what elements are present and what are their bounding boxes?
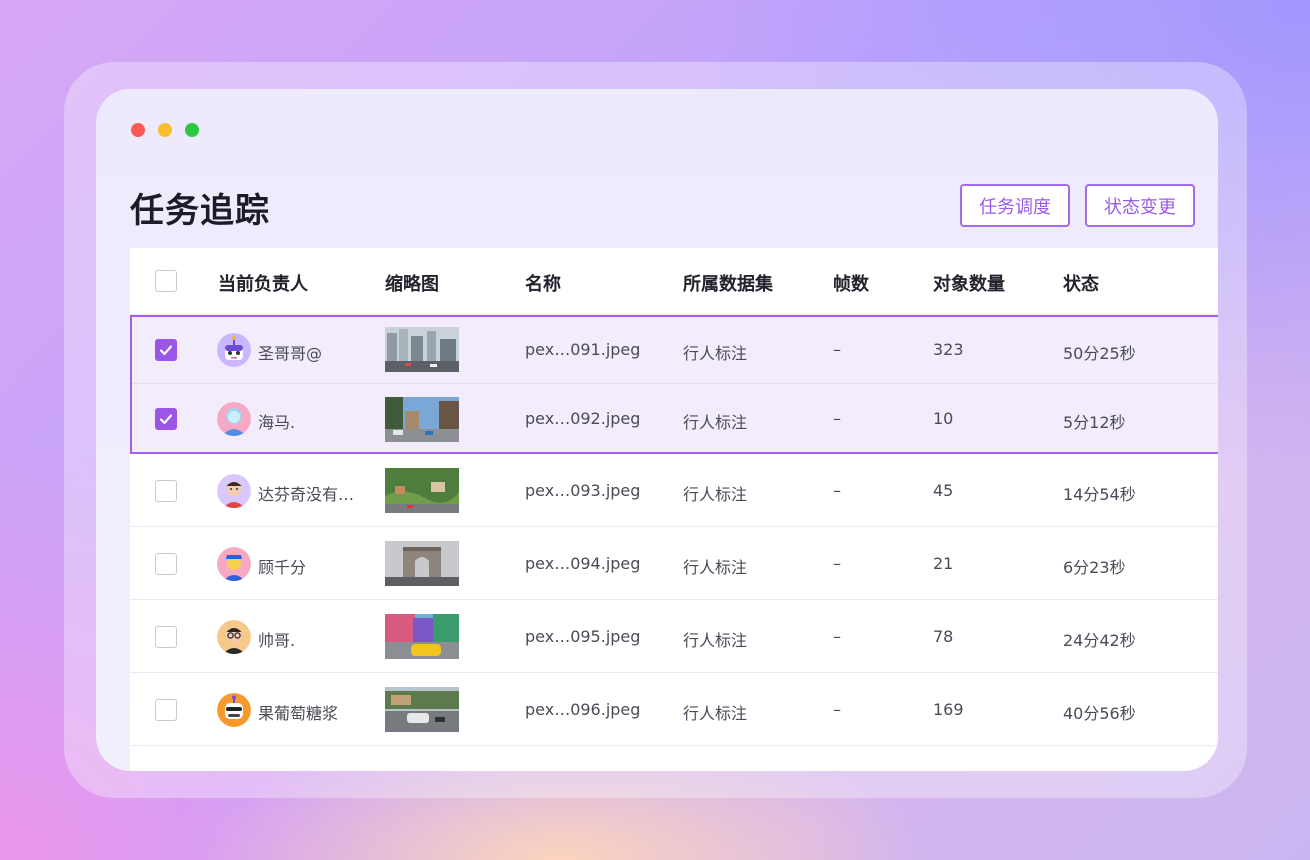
page-title: 任务追踪 bbox=[130, 191, 270, 231]
frame-count: – bbox=[833, 626, 841, 646]
status-duration: 40分56秒 bbox=[1063, 703, 1136, 723]
dataset-name: 行人标注 bbox=[683, 703, 748, 723]
thumbnail-image[interactable] bbox=[385, 396, 459, 442]
row-checkbox[interactable] bbox=[155, 625, 177, 648]
column-header-objects[interactable]: 对象数量 bbox=[933, 270, 1005, 296]
task-table: 当前负责人 缩略图 名称 所属数据集 帧数 对象数量 状态 圣哥哥@ pex…09… bbox=[130, 248, 1218, 771]
table-row[interactable]: 达芬奇没有… pex…093.jpeg 行人标注 – 45 14分54秒 bbox=[130, 454, 1218, 527]
file-name[interactable]: pex…092.jpeg bbox=[525, 409, 640, 428]
table-row[interactable]: 海马. pex…092.jpeg 行人标注 – 10 5分12秒 bbox=[130, 384, 1218, 454]
row-checkbox[interactable] bbox=[155, 698, 177, 721]
owner-name: 达芬奇没有… bbox=[258, 484, 355, 504]
column-header-owner[interactable]: 当前负责人 bbox=[218, 270, 308, 296]
column-header-frames[interactable]: 帧数 bbox=[833, 270, 869, 296]
column-header-name[interactable]: 名称 bbox=[525, 270, 561, 296]
app-window: 任务追踪 任务调度 状态变更 当前负责人 缩略图 名称 所属数据集 帧数 对象数… bbox=[96, 89, 1218, 771]
row-checkbox[interactable] bbox=[155, 552, 177, 575]
table-row[interactable]: 顾千分 pex…094.jpeg 行人标注 – 21 6分23秒 bbox=[130, 527, 1218, 600]
status-duration: 24分42秒 bbox=[1063, 630, 1136, 650]
dataset-name: 行人标注 bbox=[683, 557, 748, 577]
thumbnail-image[interactable] bbox=[385, 468, 459, 513]
owner-name: 海马. bbox=[258, 413, 296, 432]
mask-avatar-icon bbox=[217, 692, 251, 727]
thumbnail-image[interactable] bbox=[385, 541, 459, 586]
column-header-dataset[interactable]: 所属数据集 bbox=[683, 270, 773, 296]
file-name[interactable]: pex…093.jpeg bbox=[525, 481, 640, 500]
row-checkbox[interactable] bbox=[155, 408, 177, 430]
girl-avatar-icon bbox=[217, 402, 251, 436]
task-dispatch-button[interactable]: 任务调度 bbox=[960, 184, 1070, 227]
minimize-window-button[interactable] bbox=[158, 123, 172, 137]
row-checkbox[interactable] bbox=[155, 479, 177, 502]
status-duration: 6分23秒 bbox=[1063, 557, 1126, 577]
thumbnail-image[interactable] bbox=[385, 687, 459, 732]
owner-name: 顾千分 bbox=[258, 557, 307, 577]
row-checkbox[interactable] bbox=[155, 338, 177, 361]
window-controls bbox=[131, 123, 199, 137]
maximize-window-button[interactable] bbox=[185, 123, 199, 137]
select-all-checkbox[interactable] bbox=[155, 270, 177, 292]
status-duration: 50分25秒 bbox=[1063, 343, 1136, 363]
frame-count: – bbox=[833, 409, 841, 428]
object-count: 78 bbox=[933, 626, 954, 646]
dataset-name: 行人标注 bbox=[683, 484, 748, 504]
table-header: 当前负责人 缩略图 名称 所属数据集 帧数 对象数量 状态 bbox=[130, 248, 1218, 315]
table-row[interactable]: 果葡萄糖浆 pex…096.jpeg 行人标注 – 169 40分56秒 bbox=[130, 673, 1218, 746]
file-name[interactable]: pex…091.jpeg bbox=[525, 340, 640, 359]
object-count: 21 bbox=[933, 553, 954, 573]
thumbnail-image[interactable] bbox=[385, 327, 459, 372]
frame-count: – bbox=[833, 339, 841, 359]
dataset-name: 行人标注 bbox=[683, 413, 748, 432]
status-change-button[interactable]: 状态变更 bbox=[1085, 184, 1195, 227]
close-window-button[interactable] bbox=[131, 123, 145, 137]
object-count: 10 bbox=[933, 409, 954, 428]
object-count: 45 bbox=[933, 480, 954, 500]
frame-count: – bbox=[833, 553, 841, 573]
object-count: 323 bbox=[933, 339, 964, 359]
frame-count: – bbox=[833, 699, 841, 719]
owner-name: 果葡萄糖浆 bbox=[258, 703, 339, 723]
owner-name: 圣哥哥@ bbox=[258, 343, 323, 363]
glasses-avatar-icon bbox=[217, 619, 251, 654]
file-name[interactable]: pex…095.jpeg bbox=[525, 627, 640, 646]
boy-avatar-icon bbox=[217, 473, 251, 508]
file-name[interactable]: pex…094.jpeg bbox=[525, 554, 640, 573]
column-header-thumbnail[interactable]: 缩略图 bbox=[385, 270, 439, 296]
dataset-name: 行人标注 bbox=[683, 630, 748, 650]
cap-avatar-icon bbox=[217, 546, 251, 581]
table-row[interactable]: 帅哥. pex…095.jpeg 行人标注 – 78 24分42秒 bbox=[130, 600, 1218, 673]
frame-count: – bbox=[833, 480, 841, 500]
table-row[interactable]: 圣哥哥@ pex…091.jpeg 行人标注 – 323 50分25秒 bbox=[130, 315, 1218, 384]
file-name[interactable]: pex…096.jpeg bbox=[525, 700, 640, 719]
owner-name: 帅哥. bbox=[258, 630, 296, 650]
object-count: 169 bbox=[933, 699, 964, 719]
status-duration: 14分54秒 bbox=[1063, 484, 1136, 504]
thumbnail-image[interactable] bbox=[385, 614, 459, 659]
robot-avatar-icon bbox=[217, 332, 251, 367]
column-header-status[interactable]: 状态 bbox=[1063, 270, 1099, 296]
status-duration: 5分12秒 bbox=[1063, 413, 1126, 432]
dataset-name: 行人标注 bbox=[683, 343, 748, 363]
